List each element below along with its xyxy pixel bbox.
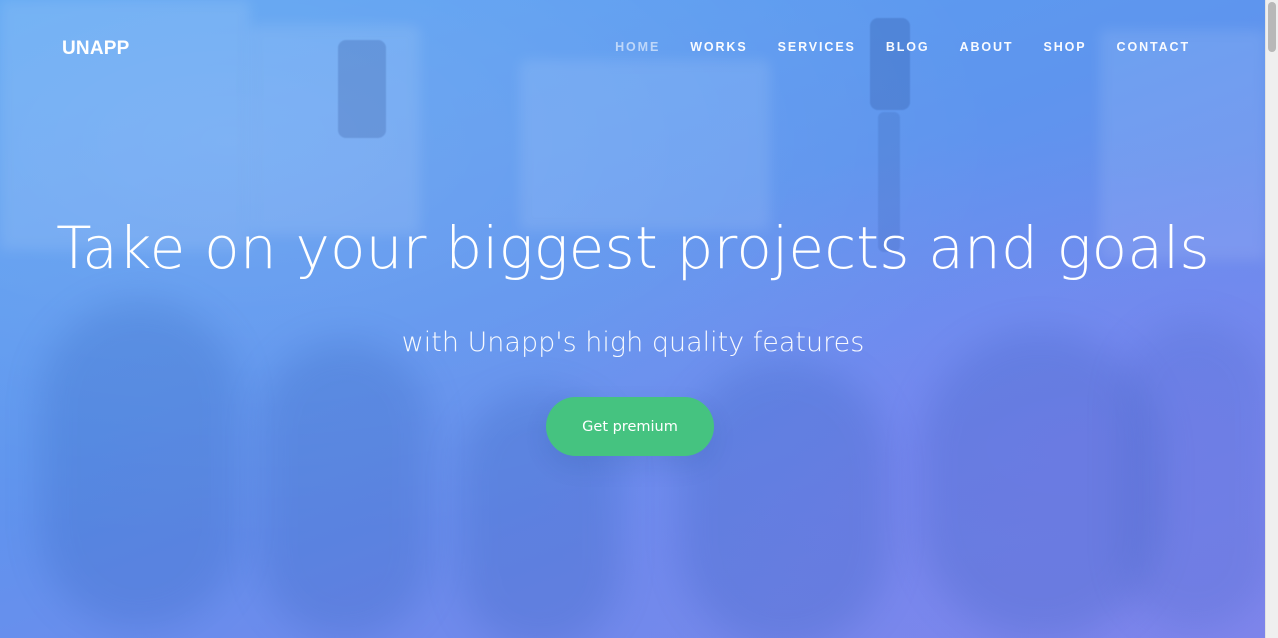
hero-subheadline: with Unapp's high quality features — [401, 327, 865, 358]
primary-menu: HOME WORKS SERVICES BLOG ABOUT SHOP CONT… — [615, 36, 1190, 58]
brand-logo-link[interactable]: UNAPP — [62, 36, 130, 62]
nav-contact[interactable]: CONTACT — [1117, 36, 1190, 58]
page: UNAPP HOME WORKS SERVICES BLOG ABOUT SHO… — [0, 0, 1278, 638]
nav-blog[interactable]: BLOG — [886, 36, 930, 58]
nav-home[interactable]: HOME — [615, 36, 660, 58]
vertical-scrollbar[interactable] — [1265, 0, 1278, 638]
top-navigation: UNAPP HOME WORKS SERVICES BLOG ABOUT SHO… — [0, 0, 1266, 96]
nav-shop[interactable]: SHOP — [1043, 36, 1086, 58]
nav-works[interactable]: WORKS — [690, 36, 747, 58]
scrollbar-thumb[interactable] — [1268, 2, 1276, 52]
nav-about[interactable]: ABOUT — [960, 36, 1014, 58]
nav-services[interactable]: SERVICES — [778, 36, 856, 58]
hero-headline: Take on your biggest projects and goals — [56, 214, 1210, 282]
get-premium-button[interactable]: Get premium — [546, 397, 714, 456]
